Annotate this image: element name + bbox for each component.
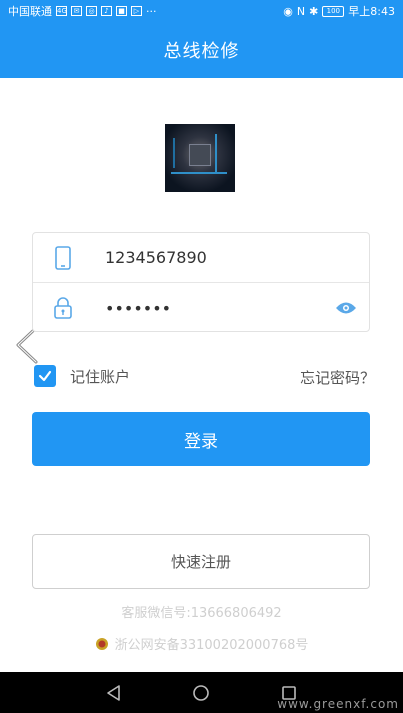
eye-comfort-icon: ◉ xyxy=(283,4,293,18)
carrier-label: 中国联通 xyxy=(8,5,52,18)
login-form: ••••••• xyxy=(32,232,370,332)
page-title: 总线检修 xyxy=(163,41,240,62)
check-icon xyxy=(38,370,52,382)
wechat-contact: 客服微信号:13666806492 xyxy=(121,606,282,621)
phone-icon xyxy=(55,245,71,270)
message-icon: ✉ xyxy=(71,6,82,16)
account-row[interactable] xyxy=(33,233,369,283)
remember-account[interactable]: 记住账户 xyxy=(34,365,130,387)
app-icon: ◎ xyxy=(86,6,97,16)
password-input[interactable]: ••••••• xyxy=(105,299,325,318)
tiktok-icon: ♪ xyxy=(101,6,112,16)
nfc-icon: N xyxy=(296,4,306,18)
battery-icon: 100 xyxy=(322,5,345,17)
logo-chip xyxy=(189,144,211,166)
news-icon: ■ xyxy=(116,6,127,16)
remember-label: 记住账户 xyxy=(70,367,131,386)
network-icon: 4G xyxy=(56,6,67,16)
record-text: 浙公网安备33100202000768号 xyxy=(114,638,309,653)
more-icon: ··· xyxy=(146,4,157,18)
forgot-password-link[interactable]: 忘记密码？ xyxy=(300,367,375,388)
video-icon: ▷ xyxy=(131,6,142,16)
app-logo xyxy=(165,124,235,192)
icp-record: 浙公网安备33100202000768号 xyxy=(0,634,403,653)
account-input[interactable] xyxy=(105,248,325,267)
nav-home-icon[interactable] xyxy=(191,683,211,703)
police-badge-icon xyxy=(95,637,108,650)
clock: 早上8:43 xyxy=(348,5,395,18)
login-content: ••••••• 记住账户 忘记密码？ 登录 快速注册 客服微信号:1366680… xyxy=(0,78,403,672)
system-nav-bar: www.greenxf.com xyxy=(0,672,403,713)
login-button[interactable]: 登录 xyxy=(32,412,370,466)
status-right: ◉ N ✱ 100 早上8:43 xyxy=(283,3,395,19)
logo-trace xyxy=(173,138,175,168)
password-row[interactable]: ••••••• xyxy=(33,283,369,333)
logo-trace xyxy=(215,134,217,174)
bluetooth-icon: ✱ xyxy=(309,4,319,18)
register-button[interactable]: 快速注册 xyxy=(32,534,370,589)
status-bar: 中国联通 4G ✉ ◎ ♪ ■ ▷ ··· ◉ N ✱ 100 早上8:43 xyxy=(0,0,403,22)
remember-checkbox[interactable] xyxy=(34,365,56,387)
lock-icon xyxy=(54,297,72,319)
nav-back-icon[interactable] xyxy=(104,683,124,703)
status-left: 中国联通 4G ✉ ◎ ♪ ■ ▷ ··· xyxy=(8,3,157,19)
logo-trace xyxy=(171,172,227,174)
app-bar: 总线检修 xyxy=(0,22,403,78)
eye-icon[interactable] xyxy=(335,301,357,315)
watermark: www.greenxf.com xyxy=(277,697,399,711)
